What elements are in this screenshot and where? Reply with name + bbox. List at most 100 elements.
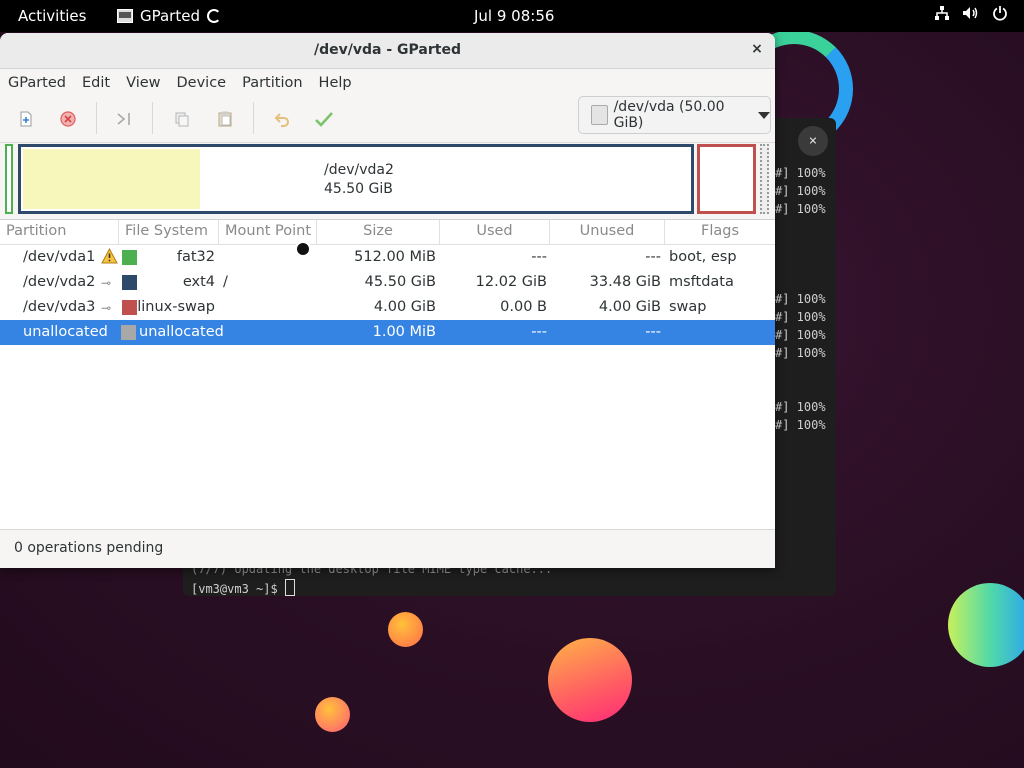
volume-icon <box>963 7 978 19</box>
cell-used: --- <box>531 249 547 265</box>
status-text: 0 operations pending <box>14 540 164 556</box>
loading-spinner-icon <box>207 9 221 23</box>
filesystem-color-swatch <box>121 325 136 340</box>
terminal-line: #] 100% <box>775 346 826 360</box>
cell-filesystem: linux-swap <box>137 299 215 315</box>
disk-segment-vda3[interactable] <box>697 144 756 214</box>
cell-used: --- <box>531 324 547 340</box>
cell-partition: /dev/vda3 <box>23 299 96 315</box>
column-header-unused[interactable]: Unused <box>550 220 665 244</box>
cell-partition: unallocated <box>23 324 108 340</box>
resize-move-icon <box>117 113 130 125</box>
cell-used: 0.00 B <box>500 299 547 315</box>
cell-partition: /dev/vda2 <box>23 274 96 290</box>
new-icon <box>20 111 32 127</box>
delete-partition-button[interactable] <box>56 108 80 130</box>
menu-view[interactable]: View <box>126 75 160 91</box>
disk-segment-label: /dev/vda2 45.50 GiB <box>324 161 394 199</box>
column-header-size[interactable]: Size <box>317 220 440 244</box>
activities-button[interactable]: Activities <box>18 7 86 25</box>
paste-icon <box>218 111 232 127</box>
warning-icon <box>101 248 118 264</box>
disk-segment-used-area <box>23 149 200 209</box>
key-icon: ⊸ <box>101 276 112 290</box>
table-row-selected[interactable]: unallocated unallocated 1.00 MiB --- --- <box>0 320 775 345</box>
terminal-prompt[interactable]: [vm3@vm3 ~]$ <box>191 579 295 596</box>
terminal-line: #] 100% <box>775 328 826 342</box>
menu-device[interactable]: Device <box>177 75 227 91</box>
window-close-button[interactable]: × <box>749 41 765 57</box>
filesystem-color-swatch <box>122 300 137 315</box>
app-menu[interactable]: GParted <box>117 7 221 25</box>
filesystem-color-swatch <box>122 250 137 265</box>
cell-unused: --- <box>645 249 661 265</box>
column-header-flags[interactable]: Flags <box>665 220 775 244</box>
table-body: /dev/vda1 fat32 512.00 MiB --- --- boot,… <box>0 245 775 345</box>
filesystem-color-swatch <box>122 275 137 290</box>
cell-filesystem: unallocated <box>139 324 224 340</box>
table-row[interactable]: /dev/vda2 ⊸ ext4 / 45.50 GiB 12.02 GiB 3… <box>0 270 775 295</box>
new-partition-button[interactable] <box>14 108 38 130</box>
device-selector-label: /dev/vda (50.00 GiB) <box>613 99 725 131</box>
wallpaper-bubble <box>548 638 632 722</box>
terminal-line: #] 100% <box>775 202 826 216</box>
disk-segment-vda1[interactable] <box>5 144 13 214</box>
cell-mountpoint: / <box>223 274 228 290</box>
toolbar-separator <box>253 102 254 134</box>
window-titlebar[interactable]: /dev/vda - GParted × <box>0 33 775 69</box>
terminal-line: #] 100% <box>775 310 826 324</box>
cell-size: 512.00 MiB <box>354 249 436 265</box>
cell-flags: msftdata <box>669 274 734 290</box>
paste-button[interactable] <box>213 108 237 130</box>
table-row[interactable]: /dev/vda1 fat32 512.00 MiB --- --- boot,… <box>0 245 775 270</box>
menu-edit[interactable]: Edit <box>82 75 110 91</box>
disk-segment-unallocated[interactable] <box>760 144 769 214</box>
device-selector[interactable]: /dev/vda (50.00 GiB) <box>578 96 771 134</box>
app-name: GParted <box>140 7 200 25</box>
copy-button[interactable] <box>170 108 194 130</box>
key-icon: ⊸ <box>101 301 112 315</box>
terminal-line: #] 100% <box>775 418 826 432</box>
gparted-window[interactable]: /dev/vda - GParted × GParted Edit View D… <box>0 33 775 568</box>
terminal-cursor <box>284 579 295 596</box>
column-header-partition[interactable]: Partition <box>0 220 119 244</box>
disk-map: /dev/vda2 45.50 GiB <box>0 141 775 219</box>
cell-flags: swap <box>669 299 707 315</box>
prompt-text: [vm3@vm3 ~]$ <box>191 582 285 596</box>
column-header-filesystem[interactable]: File System <box>119 220 219 244</box>
power-icon <box>993 6 1007 21</box>
apply-button[interactable] <box>312 108 336 130</box>
cell-unused: 4.00 GiB <box>598 299 661 315</box>
mouse-cursor-icon <box>295 241 311 257</box>
cell-used: 12.02 GiB <box>475 274 547 290</box>
delete-icon <box>60 111 76 127</box>
cell-unused: 33.48 GiB <box>589 274 661 290</box>
apply-icon <box>315 112 333 127</box>
wallpaper-bubble <box>388 612 423 647</box>
clock[interactable]: Jul 9 08:56 <box>474 7 554 25</box>
undo-icon <box>274 113 289 127</box>
status-bar: 0 operations pending <box>0 529 775 568</box>
menu-help[interactable]: Help <box>319 75 352 91</box>
cell-size: 1.00 MiB <box>372 324 436 340</box>
window-title: /dev/vda - GParted <box>314 42 461 58</box>
menu-gparted[interactable]: GParted <box>8 75 66 91</box>
network-icon <box>935 6 949 20</box>
terminal-close-button[interactable]: × <box>798 126 828 156</box>
wallpaper-bubble <box>315 697 350 732</box>
cell-partition: /dev/vda1 <box>23 249 96 265</box>
resize-move-button[interactable] <box>112 108 136 130</box>
cell-size: 45.50 GiB <box>364 274 436 290</box>
terminal-line: #] 100% <box>775 292 826 306</box>
system-tray[interactable] <box>934 5 1008 21</box>
disk-segment-name: /dev/vda2 <box>324 162 394 178</box>
gparted-app-icon <box>117 9 133 23</box>
cell-flags: boot, esp <box>669 249 737 265</box>
undo-button[interactable] <box>270 108 294 130</box>
terminal-line: #] 100% <box>775 166 826 180</box>
menu-partition[interactable]: Partition <box>242 75 302 91</box>
disk-segment-vda2[interactable]: /dev/vda2 45.50 GiB <box>18 144 694 214</box>
toolbar-separator <box>152 102 153 134</box>
column-header-used[interactable]: Used <box>440 220 550 244</box>
table-row[interactable]: /dev/vda3 ⊸ linux-swap 4.00 GiB 0.00 B 4… <box>0 295 775 320</box>
